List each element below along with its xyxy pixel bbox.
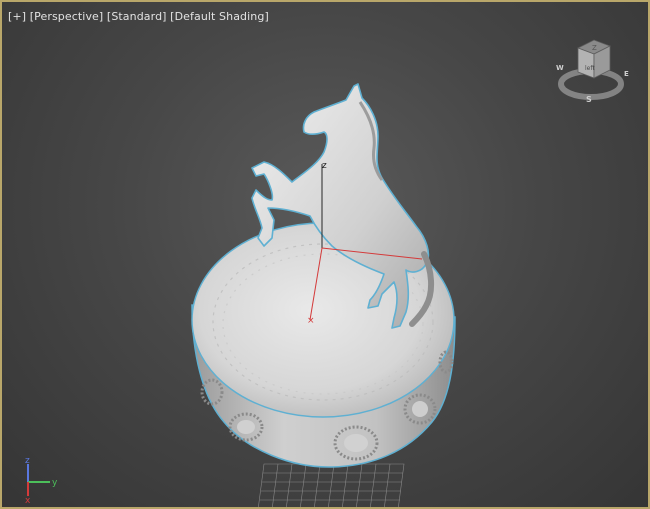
scene-render[interactable]: z ×: [2, 2, 650, 509]
tripod-y-label: y: [52, 478, 58, 488]
viewcube-face-label: left: [585, 65, 595, 72]
world-axis-tripod: z y x: [25, 456, 58, 504]
tripod-z-label: z: [25, 456, 30, 466]
home-grid: [258, 463, 405, 507]
perspective-viewport[interactable]: [+] [Perspective] [Standard] [Default Sh…: [0, 0, 650, 509]
viewcube-compass-east[interactable]: E: [624, 70, 629, 78]
tripod-x-label: x: [25, 496, 31, 504]
gizmo-z-label: z: [322, 161, 327, 171]
gizmo-pivot: ×: [307, 316, 315, 326]
viewcube-compass-west[interactable]: W: [556, 64, 564, 72]
viewcube[interactable]: left Z S W E: [554, 34, 636, 106]
viewcube-cube[interactable]: left Z: [577, 39, 611, 79]
viewcube-top-glyph: Z: [592, 44, 597, 52]
viewcube-compass-south[interactable]: S: [586, 95, 592, 104]
